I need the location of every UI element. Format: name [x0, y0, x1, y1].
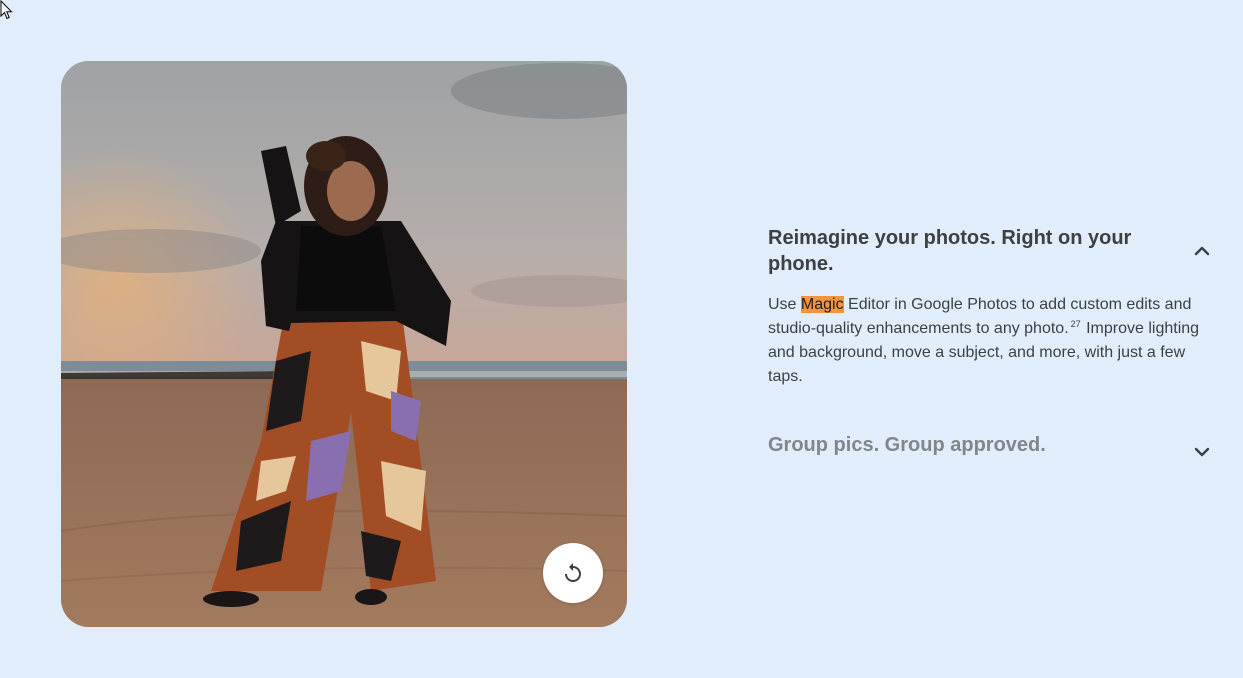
accordion-body: Use Magic Editor in Google Photos to add… [768, 293, 1220, 389]
replay-icon [565, 563, 581, 582]
replay-button[interactable] [543, 543, 603, 603]
feature-accordion: Reimagine your photos. Right on your pho… [768, 225, 1218, 464]
body-text-start: Use [768, 296, 801, 313]
accordion-header-group-pics[interactable]: Group pics. Group approved. [768, 432, 1218, 464]
accordion-header-reimagine[interactable]: Reimagine your photos. Right on your pho… [768, 225, 1218, 277]
accordion-item-reimagine: Reimagine your photos. Right on your pho… [768, 225, 1218, 389]
chevron-up-icon[interactable] [1190, 239, 1214, 263]
highlighted-word: Magic [800, 296, 844, 313]
accordion-title: Group pics. Group approved. [768, 434, 1046, 456]
page: Reimagine your photos. Right on your pho… [0, 0, 1243, 678]
chevron-down-icon[interactable] [1190, 440, 1214, 464]
mouse-cursor-icon [0, 0, 13, 20]
accordion-item-group-pics: Group pics. Group approved. [768, 432, 1218, 464]
accordion-title: Reimagine your photos. Right on your pho… [768, 227, 1132, 275]
photo-card [61, 61, 627, 627]
beach-photo [61, 61, 627, 627]
footnote-link[interactable]: 27 [1071, 319, 1081, 329]
